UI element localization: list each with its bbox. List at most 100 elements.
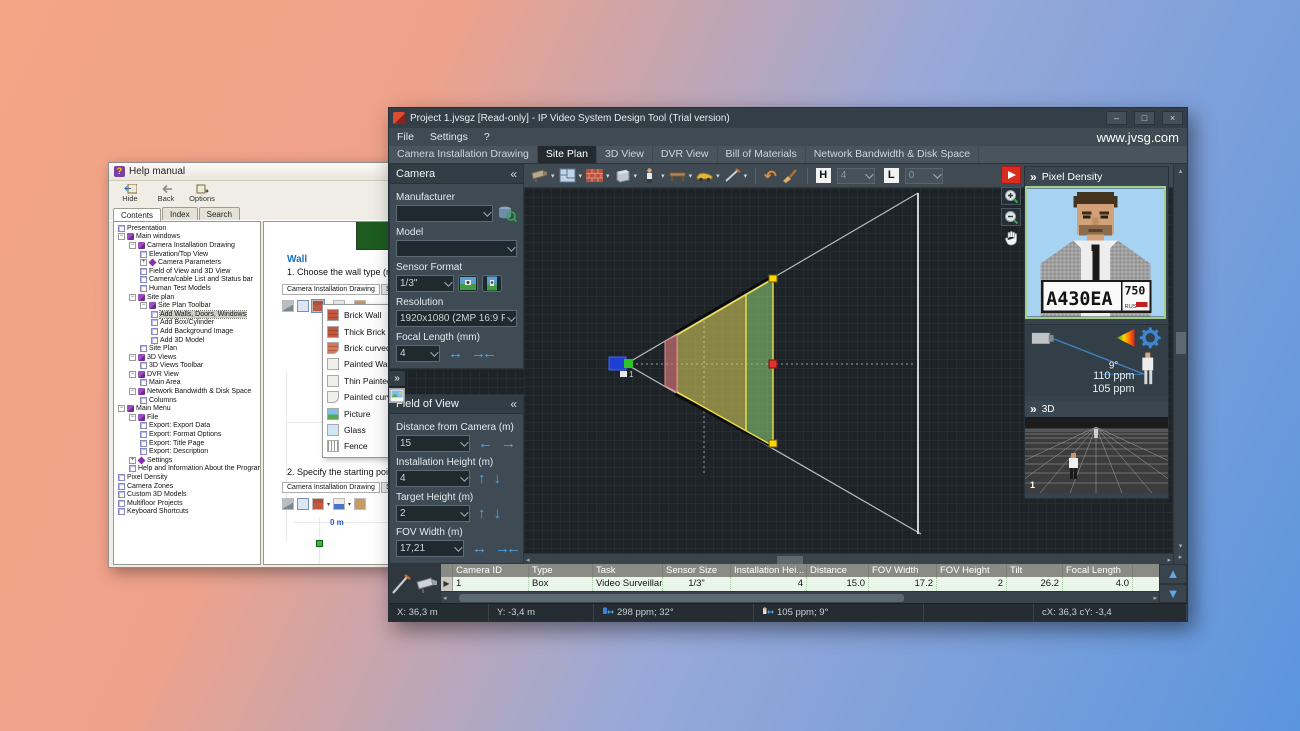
manufacturer-select[interactable] (396, 205, 493, 222)
tree-item[interactable]: Export: Title Page (116, 439, 260, 448)
paint-tool[interactable] (780, 167, 799, 184)
tree-item[interactable]: Add Background Image (116, 327, 260, 336)
tree-item[interactable]: +Camera Parameters (116, 258, 260, 267)
tree-item[interactable]: −3D Views (116, 353, 260, 362)
tree-item[interactable]: −Camera Installation Drawing (116, 241, 260, 250)
landscape-orientation-icon[interactable] (458, 275, 478, 292)
collapse-node-icon[interactable]: − (129, 371, 136, 378)
menu-file[interactable]: File (397, 131, 414, 143)
add-floorplan-tool[interactable]: ▾ (558, 167, 583, 184)
tab-site-plan[interactable]: Site Plan (538, 146, 597, 163)
wall-menu-item[interactable]: Picture (323, 405, 394, 421)
tab-index[interactable]: Index (162, 207, 198, 220)
row-down-button[interactable]: ▼ (1159, 584, 1187, 604)
column-header[interactable]: Installation Hei... (731, 564, 807, 577)
collapse-node-icon[interactable]: − (118, 233, 125, 240)
tree-item[interactable]: −Network Bandwidth & Disk Space (116, 387, 260, 396)
tree-item[interactable]: Field of View and 3D View (116, 267, 260, 276)
3d-preview-header[interactable]: » 3D (1025, 401, 1168, 417)
tree-item[interactable]: Add Box/Cylinder (116, 319, 260, 328)
increase-distance-button[interactable]: → (501, 435, 516, 452)
camera-height-select[interactable]: 4 (837, 168, 875, 184)
wall-menu-item[interactable]: Glass (323, 422, 394, 438)
expand-panel-icon[interactable]: » (1030, 170, 1037, 184)
tab-3d-view[interactable]: 3D View (597, 146, 653, 163)
raise-target-button[interactable]: ↑ (478, 505, 486, 522)
column-header[interactable]: Camera ID (453, 564, 529, 577)
tree-item[interactable]: Site Plan (116, 344, 260, 353)
tree-item[interactable]: Human Test Models (116, 284, 260, 293)
scroll-left-icon[interactable]: ◂ (526, 556, 530, 564)
tab-contents[interactable]: Contents (113, 208, 161, 221)
tree-item[interactable]: −Site Plan Toolbar (116, 301, 260, 310)
canvas-horizontal-scrollbar[interactable]: ◂ ▸ (524, 553, 1173, 564)
installation-height-select[interactable]: 4 (396, 470, 470, 487)
tree-item[interactable]: Elevation/Top View (116, 250, 260, 259)
model-select[interactable] (396, 240, 517, 257)
table-horizontal-scrollbar[interactable]: ◂ ▸ (441, 591, 1159, 603)
fov-width-select[interactable]: 17,21 (396, 540, 464, 557)
raise-camera-button[interactable]: ↑ (478, 470, 486, 487)
zoom-in-button[interactable] (1001, 187, 1021, 205)
add-camera-tool[interactable]: ▾ (530, 167, 555, 184)
tree-item[interactable]: Export: Export Data (116, 422, 260, 431)
column-header[interactable]: Task (593, 564, 663, 577)
fov-bottom-handle[interactable] (769, 440, 777, 447)
tab-search[interactable]: Search (199, 207, 240, 220)
table-cell[interactable]: 4.0 (1063, 577, 1133, 591)
tab-bill-of-materials[interactable]: Bill of Materials (718, 146, 806, 163)
fov-top-handle[interactable] (769, 275, 777, 282)
table-cell[interactable]: 1 (453, 577, 529, 591)
collapse-node-icon[interactable]: − (140, 302, 147, 309)
narrow-fov-button[interactable]: →← (471, 345, 493, 362)
object-level-select[interactable]: 0 (905, 168, 943, 184)
expand-panel-icon[interactable]: » (389, 371, 405, 386)
tree-item[interactable]: −File (116, 413, 260, 422)
lower-camera-button[interactable]: ↓ (494, 470, 502, 487)
collapse-node-icon[interactable]: − (129, 414, 136, 421)
table-cell[interactable]: 2 (937, 577, 1007, 591)
options-button[interactable]: Options (189, 184, 215, 203)
row-up-button[interactable]: ▲ (1159, 564, 1187, 584)
widen-fov-button[interactable]: ↔ (448, 345, 463, 362)
camera-object[interactable] (609, 357, 626, 370)
scroll-up-icon[interactable]: ▴ (1174, 167, 1187, 175)
tree-item[interactable]: Export: Description (116, 447, 260, 456)
tree-item[interactable]: −Main windows (116, 233, 260, 242)
target-height-select[interactable]: 2 (396, 505, 470, 522)
pan-tool-button[interactable] (1001, 229, 1021, 247)
column-header[interactable]: Type (529, 564, 593, 577)
wall-menu-item[interactable]: Painted curved w (323, 389, 394, 405)
camera-database-search-icon[interactable] (497, 205, 517, 222)
tree-item[interactable]: Add Walls, Doors, Windows (116, 310, 260, 319)
collapse-node-icon[interactable]: − (118, 405, 125, 412)
tree-item[interactable]: Multifloor Projects (116, 499, 260, 508)
scrollbar-thumb[interactable] (459, 594, 904, 602)
add-furniture-tool[interactable]: ▾ (668, 167, 693, 184)
tab-camera-installation-drawing[interactable]: Camera Installation Drawing (389, 146, 538, 163)
website-link[interactable]: www.jvsg.com (1097, 130, 1179, 145)
add-wall-tool[interactable]: ▾ (585, 167, 610, 184)
tree-item[interactable]: Camera Zones (116, 482, 260, 491)
scroll-right-icon[interactable]: ▸ (1167, 556, 1171, 564)
expand-node-icon[interactable]: + (140, 259, 147, 266)
sensor-format-select[interactable]: 1/3" (396, 275, 454, 292)
maximize-button[interactable]: □ (1134, 111, 1155, 125)
expand-node-icon[interactable]: + (129, 457, 136, 464)
table-cell[interactable]: 26.2 (1007, 577, 1063, 591)
narrow-fov-button[interactable]: →← (495, 540, 517, 557)
3d-preview-view[interactable]: 1 (1025, 417, 1168, 493)
pixel-density-header[interactable]: » Pixel Density (1025, 167, 1168, 186)
menu-help[interactable]: ? (484, 131, 490, 143)
table-cell[interactable]: 1/3" (663, 577, 731, 591)
collapse-panel-icon[interactable]: « (510, 397, 517, 411)
tree-item[interactable]: Keyboard Shortcuts (116, 508, 260, 517)
tree-item[interactable]: Help and Information About the Program (116, 465, 260, 474)
column-header[interactable]: FOV Height (937, 564, 1007, 577)
wall-menu-item[interactable]: Brick curved wall (323, 340, 394, 356)
decrease-distance-button[interactable]: ← (478, 435, 493, 452)
column-header[interactable]: Focal Length (1063, 564, 1133, 577)
table-row[interactable]: ▶1BoxVideo Surveillan1/3"415.017.2226.24… (441, 577, 1159, 591)
table-cell[interactable]: Box (529, 577, 593, 591)
focal-length-select[interactable]: 4 (396, 345, 440, 362)
